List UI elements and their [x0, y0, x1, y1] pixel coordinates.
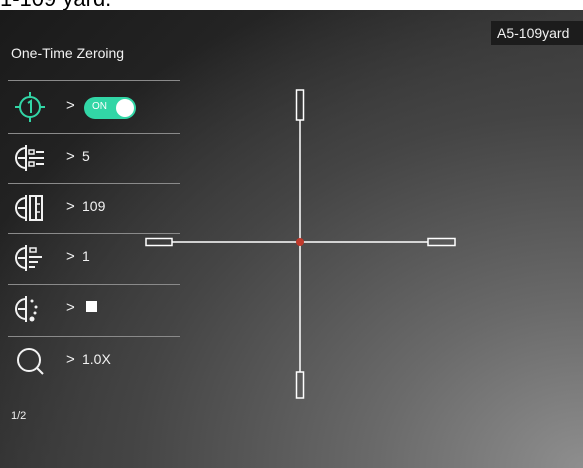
- menu-item-arrow: >: [66, 198, 75, 215]
- profile-select-icon: [15, 145, 44, 171]
- profile-value: 5: [82, 148, 90, 164]
- zeroing-toggle[interactable]: ON: [84, 97, 136, 119]
- distance-icon: [15, 195, 43, 221]
- zeroing-target-icon: [15, 92, 45, 122]
- toggle-label: ON: [92, 101, 107, 112]
- menu-item-distance[interactable]: > 109: [8, 183, 180, 233]
- toggle-knob: [116, 99, 134, 117]
- menu-item-zoom[interactable]: > 1.0X: [8, 336, 180, 386]
- reticle-top-post: [295, 89, 305, 121]
- reticle-type-value: 1: [82, 248, 90, 264]
- page-indicator: 1/2: [11, 410, 27, 422]
- caption-text: 1-109 yard.: [0, 0, 111, 10]
- menu-item-reticle-type[interactable]: > 1: [8, 233, 180, 283]
- menu-item-arrow: >: [66, 248, 75, 265]
- reticle-type-icon: [15, 245, 42, 271]
- menu-item-reticle-color[interactable]: >: [8, 284, 180, 334]
- zoom-icon: [17, 348, 44, 375]
- reticle-color-swatch: [86, 301, 97, 312]
- zeroing-menu: One-Time Zeroing > ON > 5 > 109 > 1 > > …: [8, 20, 180, 430]
- caption-strip: 1-109 yard.: [0, 0, 583, 10]
- menu-item-arrow: >: [66, 351, 75, 368]
- menu-item-arrow: >: [66, 148, 75, 165]
- reticle-center-dot: [296, 238, 304, 246]
- menu-item-arrow: >: [66, 299, 75, 316]
- menu-title: One-Time Zeroing: [11, 45, 125, 61]
- reticle-color-icon: [15, 296, 38, 322]
- menu-item-profile[interactable]: > 5: [8, 133, 180, 183]
- menu-divider: [8, 80, 180, 81]
- zoom-value: 1.0X: [82, 351, 111, 367]
- menu-item-arrow: >: [66, 97, 75, 114]
- scope-viewport: A5-109yard One-Time Zeroing > ON > 5 > 1…: [0, 10, 583, 468]
- menu-item-zeroing-toggle[interactable]: > ON: [8, 82, 180, 132]
- reticle-right-post: [427, 237, 456, 247]
- reticle-bottom-post: [295, 371, 305, 399]
- distance-value: 109: [82, 198, 106, 214]
